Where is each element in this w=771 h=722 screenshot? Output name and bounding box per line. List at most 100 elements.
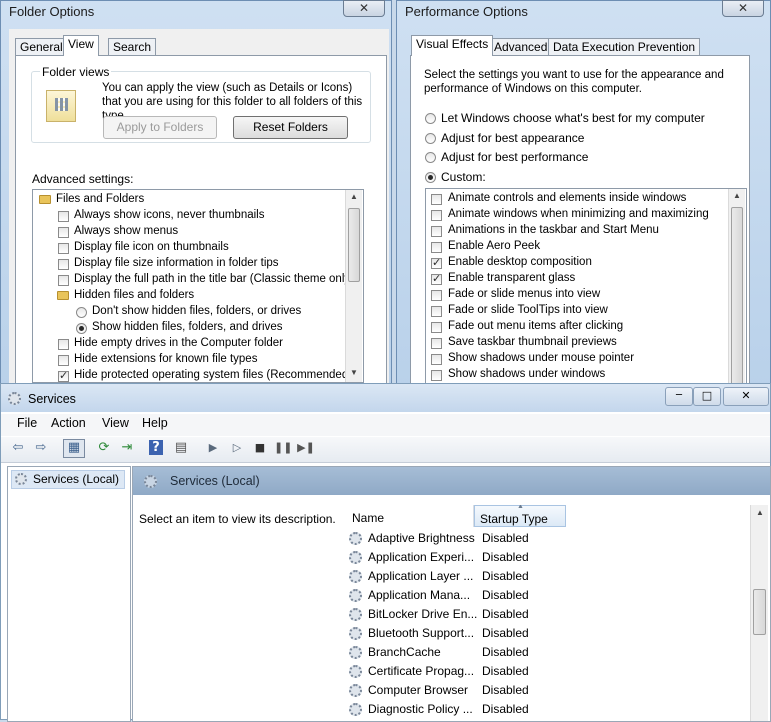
performance-radio-option[interactable]: Adjust for best performance (411, 150, 731, 166)
tab-data-execution-prevention[interactable]: Data Execution Prevention (548, 38, 701, 56)
effect-checkbox[interactable] (431, 242, 442, 253)
table-row[interactable]: Bluetooth Support... Disabled (345, 624, 747, 643)
effect-checkbox[interactable] (431, 354, 442, 365)
table-row[interactable]: Adaptive Brightness Disabled (345, 529, 747, 548)
table-row[interactable]: Application Layer ... Disabled (345, 567, 747, 586)
setting-checkbox[interactable] (58, 227, 69, 238)
properties-icon[interactable]: ▤ (172, 440, 190, 456)
visual-effect-item[interactable]: Enable Aero Peek (426, 239, 728, 255)
effect-checkbox[interactable] (431, 210, 442, 221)
advanced-settings-scroll-thumb[interactable] (348, 208, 360, 282)
refresh-icon[interactable]: ⟳ (95, 440, 113, 456)
effect-checkbox[interactable] (431, 194, 442, 205)
scroll-down-arrow-icon[interactable]: ▼ (350, 368, 358, 377)
setting-checkbox[interactable] (58, 243, 69, 254)
settings-tree-item[interactable]: Hide empty drives in the Computer folder (33, 336, 345, 352)
performance-radio[interactable] (425, 152, 436, 163)
menu-file[interactable]: File (17, 416, 37, 430)
setting-checkbox[interactable] (58, 211, 69, 222)
visual-effect-item[interactable]: Animations in the taskbar and Start Menu (426, 223, 728, 239)
settings-tree-item[interactable]: Files and Folders (33, 192, 345, 208)
tab-advanced[interactable]: Advanced (489, 38, 553, 56)
performance-radio-option[interactable]: Custom: (411, 170, 731, 186)
effect-checkbox[interactable] (431, 290, 442, 301)
help-icon[interactable]: ? (149, 440, 163, 455)
minimize-button[interactable]: ─ (665, 387, 693, 406)
performance-radio[interactable] (425, 172, 436, 183)
performance-radio-option[interactable]: Let Windows choose what's best for my co… (411, 111, 731, 127)
menu-help[interactable]: Help (142, 416, 168, 430)
stop-icon[interactable]: ■ (251, 440, 269, 456)
services-scrollbar[interactable]: ▲ (750, 505, 768, 721)
table-row[interactable]: BitLocker Drive En... Disabled (345, 605, 747, 624)
setting-checkbox[interactable] (58, 259, 69, 270)
table-row[interactable]: Application Mana... Disabled (345, 586, 747, 605)
settings-tree-item[interactable]: Always show icons, never thumbnails (33, 208, 345, 224)
settings-tree-item[interactable]: Display file icon on thumbnails (33, 240, 345, 256)
forward-icon[interactable]: ⇨ (32, 440, 50, 456)
setting-checkbox[interactable] (58, 369, 69, 382)
performance-radio[interactable] (425, 133, 436, 144)
tab-general[interactable]: General (15, 38, 68, 56)
scroll-up-arrow-icon[interactable]: ▲ (756, 508, 764, 517)
settings-tree-item[interactable]: Always show menus (33, 224, 345, 240)
pause-icon[interactable]: ❚❚ (274, 440, 292, 456)
effect-checkbox[interactable] (431, 370, 442, 381)
visual-effect-item[interactable]: Enable desktop composition (426, 255, 728, 271)
play-alt-icon[interactable]: ▷ (228, 440, 246, 456)
settings-tree-item[interactable]: Display the full path in the title bar (… (33, 272, 354, 288)
setting-radio[interactable] (76, 307, 87, 318)
services-scroll-thumb[interactable] (753, 589, 766, 635)
settings-tree-item[interactable]: Don't show hidden files, folders, or dri… (33, 304, 345, 320)
setting-checkbox[interactable] (58, 275, 69, 286)
settings-tree-item[interactable]: Hide extensions for known file types (33, 352, 345, 368)
visual-effects-scroll-thumb[interactable] (731, 207, 743, 393)
visual-effect-item[interactable]: Animate windows when minimizing and maxi… (426, 207, 728, 223)
settings-tree-item[interactable]: Show hidden files, folders, and drives (33, 320, 345, 336)
visual-effect-item[interactable]: Fade out menu items after clicking (426, 319, 728, 335)
performance-radio-option[interactable]: Adjust for best appearance (411, 131, 731, 147)
effect-checkbox[interactable] (431, 226, 442, 237)
scroll-up-arrow-icon[interactable]: ▲ (350, 192, 358, 201)
visual-effect-item[interactable]: Show shadows under windows (426, 367, 728, 383)
settings-tree-item[interactable]: Hide protected operating system files (R… (33, 368, 352, 382)
visual-effect-item[interactable]: Fade or slide ToolTips into view (426, 303, 728, 319)
menu-view[interactable]: View (102, 416, 129, 430)
column-header-startup-type[interactable]: ▲ Startup Type (474, 505, 566, 527)
console-tree-icon[interactable]: ▦ (63, 439, 85, 458)
table-row[interactable]: Computer Browser Disabled (345, 681, 747, 700)
advanced-settings-scrollbar[interactable]: ▲ ▼ (345, 190, 362, 382)
visual-effect-item[interactable]: Fade or slide menus into view (426, 287, 728, 303)
tab-search[interactable]: Search (108, 38, 157, 56)
performance-options-close-button[interactable]: ✕ (722, 0, 764, 17)
maximize-button[interactable]: □ (693, 387, 721, 406)
tree-node-services-local[interactable]: Services (Local) (11, 470, 125, 489)
table-row[interactable]: BranchCache Disabled (345, 643, 747, 662)
effect-checkbox[interactable] (431, 272, 442, 285)
visual-effect-item[interactable]: Show shadows under mouse pointer (426, 351, 728, 367)
restart-icon[interactable]: ▶❚ (297, 440, 315, 456)
close-button[interactable]: ✕ (723, 387, 769, 406)
play-icon[interactable]: ▶ (204, 440, 222, 456)
visual-effect-item[interactable]: Animate controls and elements inside win… (426, 191, 728, 207)
table-row[interactable]: Diagnostic Policy ... Disabled (345, 700, 747, 719)
visual-effects-scrollbar[interactable]: ▲ (728, 189, 745, 393)
back-icon[interactable]: ⇦ (9, 440, 27, 456)
performance-radio[interactable] (425, 113, 436, 124)
column-header-name[interactable]: Name (345, 505, 474, 527)
tab-view[interactable]: View (63, 35, 99, 56)
visual-effect-item[interactable]: Enable transparent glass (426, 271, 728, 287)
table-row[interactable]: Application Experi... Disabled (345, 548, 747, 567)
effect-checkbox[interactable] (431, 338, 442, 349)
folder-options-close-button[interactable]: ✕ (343, 0, 385, 17)
settings-tree-item[interactable]: Display file size information in folder … (33, 256, 345, 272)
scroll-up-arrow-icon[interactable]: ▲ (733, 191, 741, 200)
setting-radio[interactable] (76, 323, 87, 334)
menu-action[interactable]: Action (51, 416, 86, 430)
effect-checkbox[interactable] (431, 306, 442, 317)
settings-tree-item[interactable]: Hidden files and folders (33, 288, 345, 304)
reset-folders-button[interactable]: Reset Folders (233, 116, 348, 139)
apply-to-folders-button[interactable]: Apply to Folders (103, 116, 217, 139)
setting-checkbox[interactable] (58, 339, 69, 350)
export-icon[interactable]: ⇥ (118, 440, 136, 456)
